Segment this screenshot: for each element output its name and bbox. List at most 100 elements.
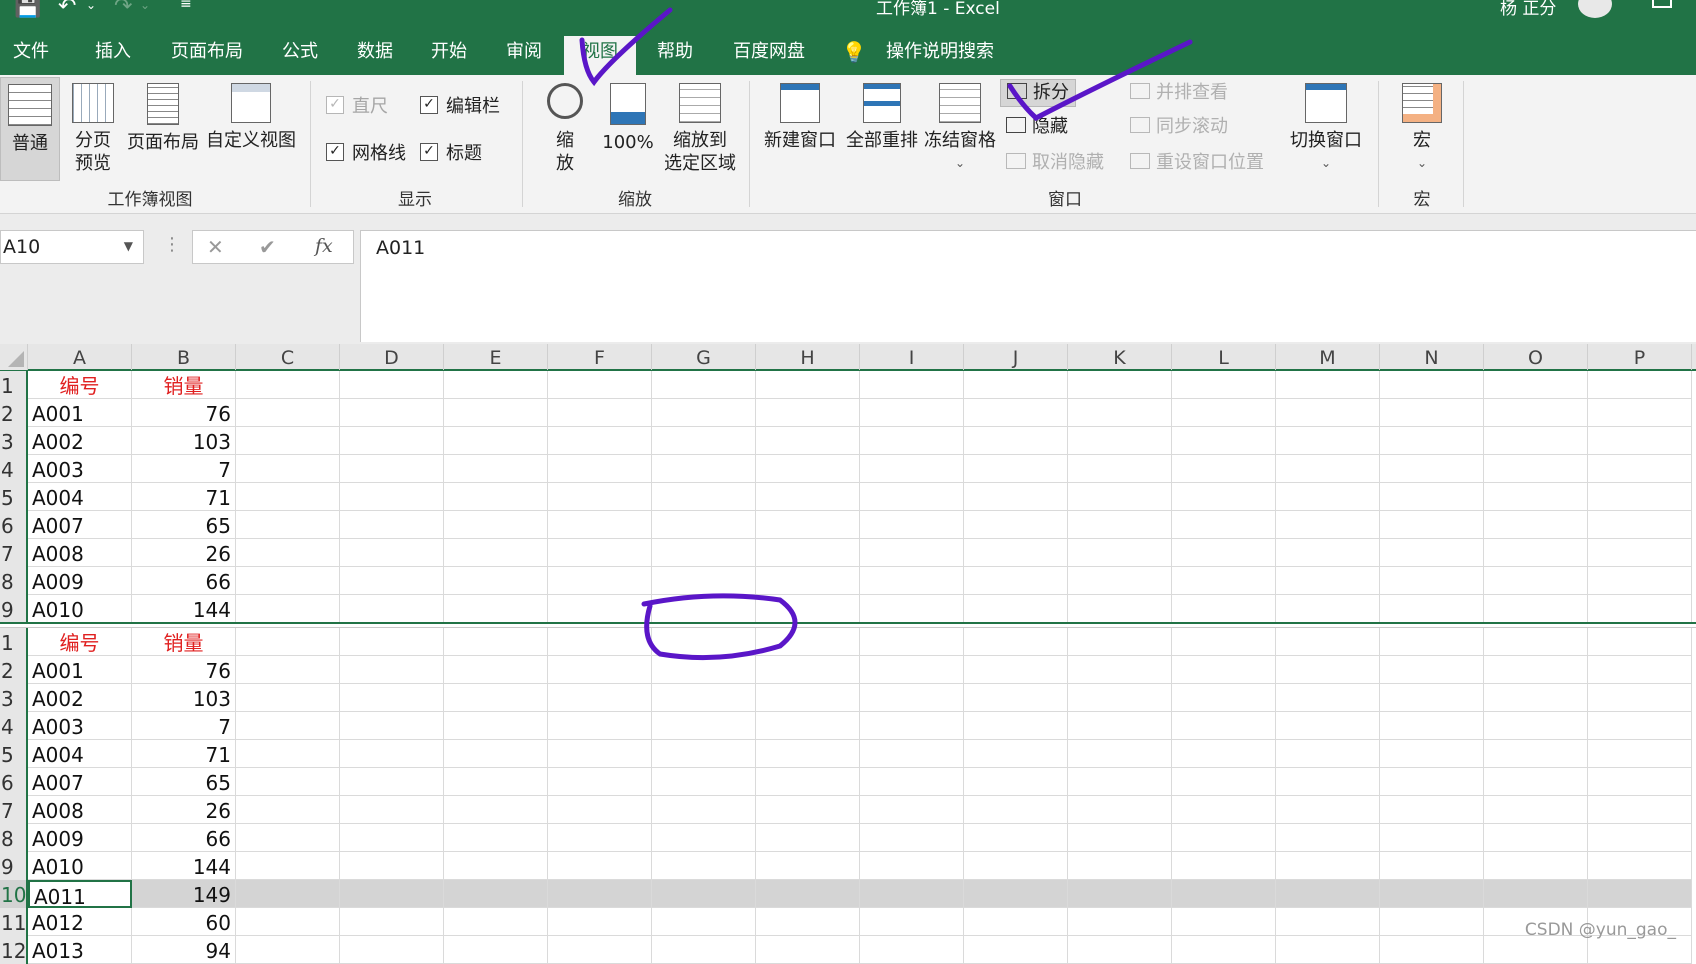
- cell-f[interactable]: [548, 656, 652, 684]
- cell-h[interactable]: [756, 824, 860, 852]
- redo-dropdown-icon[interactable]: ⌄: [140, 0, 150, 12]
- cell-j[interactable]: [964, 852, 1068, 880]
- cell-b[interactable]: 60: [132, 908, 236, 936]
- cell-f[interactable]: [548, 908, 652, 936]
- cell-a[interactable]: A007: [28, 768, 132, 796]
- cell-e[interactable]: [444, 371, 548, 399]
- cell-j[interactable]: [964, 936, 1068, 964]
- cell-d[interactable]: [340, 455, 444, 483]
- cell-e[interactable]: [444, 511, 548, 539]
- cell-l[interactable]: [1172, 852, 1276, 880]
- cell-o[interactable]: [1484, 712, 1588, 740]
- cell-o[interactable]: [1484, 539, 1588, 567]
- cell-l[interactable]: [1172, 684, 1276, 712]
- cell-l[interactable]: [1172, 796, 1276, 824]
- cell-n[interactable]: [1380, 656, 1484, 684]
- cell-k[interactable]: [1068, 852, 1172, 880]
- cell-d[interactable]: [340, 768, 444, 796]
- cell-f[interactable]: [548, 399, 652, 427]
- cell-i[interactable]: [860, 399, 964, 427]
- cell-b[interactable]: 76: [132, 399, 236, 427]
- cell-m[interactable]: [1276, 371, 1380, 399]
- customize-qat-icon[interactable]: ≡: [180, 0, 192, 12]
- row-header[interactable]: 4: [0, 455, 28, 483]
- cell-l[interactable]: [1172, 656, 1276, 684]
- cell-m[interactable]: [1276, 684, 1380, 712]
- cell-i[interactable]: [860, 684, 964, 712]
- cell-l[interactable]: [1172, 740, 1276, 768]
- cell-f[interactable]: [548, 511, 652, 539]
- cell-k[interactable]: [1068, 796, 1172, 824]
- cell-f[interactable]: [548, 628, 652, 656]
- freeze-panes-button[interactable]: 冻结窗格 ⌄: [922, 83, 998, 175]
- cell-k[interactable]: [1068, 880, 1172, 908]
- zoom-100-button[interactable]: 100%: [600, 83, 656, 154]
- cell-l[interactable]: [1172, 768, 1276, 796]
- cell-o[interactable]: [1484, 936, 1588, 964]
- cell-k[interactable]: [1068, 768, 1172, 796]
- cell-o[interactable]: [1484, 371, 1588, 399]
- cell-k[interactable]: [1068, 684, 1172, 712]
- cell-g[interactable]: [652, 567, 756, 595]
- view-side-by-side-button[interactable]: 并排查看: [1130, 79, 1228, 107]
- cell-k[interactable]: [1068, 539, 1172, 567]
- cell-l[interactable]: [1172, 908, 1276, 936]
- cell-i[interactable]: [860, 628, 964, 656]
- cell-b[interactable]: 65: [132, 768, 236, 796]
- name-box-dropdown-icon[interactable]: ▼: [124, 239, 133, 253]
- cell-l[interactable]: [1172, 539, 1276, 567]
- cell-d[interactable]: [340, 684, 444, 712]
- cell-h[interactable]: [756, 427, 860, 455]
- cell-a[interactable]: A008: [28, 796, 132, 824]
- cell-p[interactable]: [1588, 399, 1692, 427]
- row-header[interactable]: 2: [0, 656, 28, 684]
- hide-button[interactable]: 隐藏: [1006, 113, 1068, 141]
- cell-k[interactable]: [1068, 567, 1172, 595]
- column-header-n[interactable]: N: [1380, 344, 1484, 370]
- cell-d[interactable]: [340, 936, 444, 964]
- cell-k[interactable]: [1068, 740, 1172, 768]
- cell-a[interactable]: A003: [28, 712, 132, 740]
- cell-b[interactable]: 103: [132, 427, 236, 455]
- cell-h[interactable]: [756, 936, 860, 964]
- cell-e[interactable]: [444, 539, 548, 567]
- tab-page-layout[interactable]: 页面布局: [162, 36, 252, 75]
- cell-d[interactable]: [340, 712, 444, 740]
- column-header-l[interactable]: L: [1172, 344, 1276, 370]
- cell-h[interactable]: [756, 399, 860, 427]
- insert-function-icon[interactable]: fx: [315, 235, 333, 257]
- cell-l[interactable]: [1172, 427, 1276, 455]
- cell-a[interactable]: A001: [28, 656, 132, 684]
- zoom-button[interactable]: 缩 放: [540, 83, 590, 175]
- cell-n[interactable]: [1380, 824, 1484, 852]
- cell-f[interactable]: [548, 483, 652, 511]
- cell-d[interactable]: [340, 427, 444, 455]
- cell-n[interactable]: [1380, 740, 1484, 768]
- cell-m[interactable]: [1276, 936, 1380, 964]
- cell-i[interactable]: [860, 824, 964, 852]
- cell-b[interactable]: 71: [132, 483, 236, 511]
- cell-a[interactable]: A002: [28, 684, 132, 712]
- cell-b[interactable]: 71: [132, 740, 236, 768]
- column-header-f[interactable]: F: [548, 344, 652, 370]
- synchronous-scrolling-button[interactable]: 同步滚动: [1130, 113, 1228, 141]
- cell-b[interactable]: 26: [132, 796, 236, 824]
- column-header-e[interactable]: E: [444, 344, 548, 370]
- cell-p[interactable]: [1588, 628, 1692, 656]
- arrange-all-button[interactable]: 全部重排: [842, 83, 922, 152]
- cell-h[interactable]: [756, 656, 860, 684]
- cell-n[interactable]: [1380, 483, 1484, 511]
- cell-f[interactable]: [548, 824, 652, 852]
- cell-g[interactable]: [652, 824, 756, 852]
- user-name[interactable]: 杨 正分: [1500, 0, 1556, 19]
- column-header-d[interactable]: D: [340, 344, 444, 370]
- cell-a[interactable]: A009: [28, 567, 132, 595]
- cell-d[interactable]: [340, 628, 444, 656]
- cell-l[interactable]: [1172, 511, 1276, 539]
- cell-n[interactable]: [1380, 796, 1484, 824]
- cell-c[interactable]: [236, 852, 340, 880]
- cell-g[interactable]: [652, 880, 756, 908]
- cell-g[interactable]: [652, 684, 756, 712]
- cell-m[interactable]: [1276, 455, 1380, 483]
- split-button[interactable]: 拆分: [1000, 79, 1076, 107]
